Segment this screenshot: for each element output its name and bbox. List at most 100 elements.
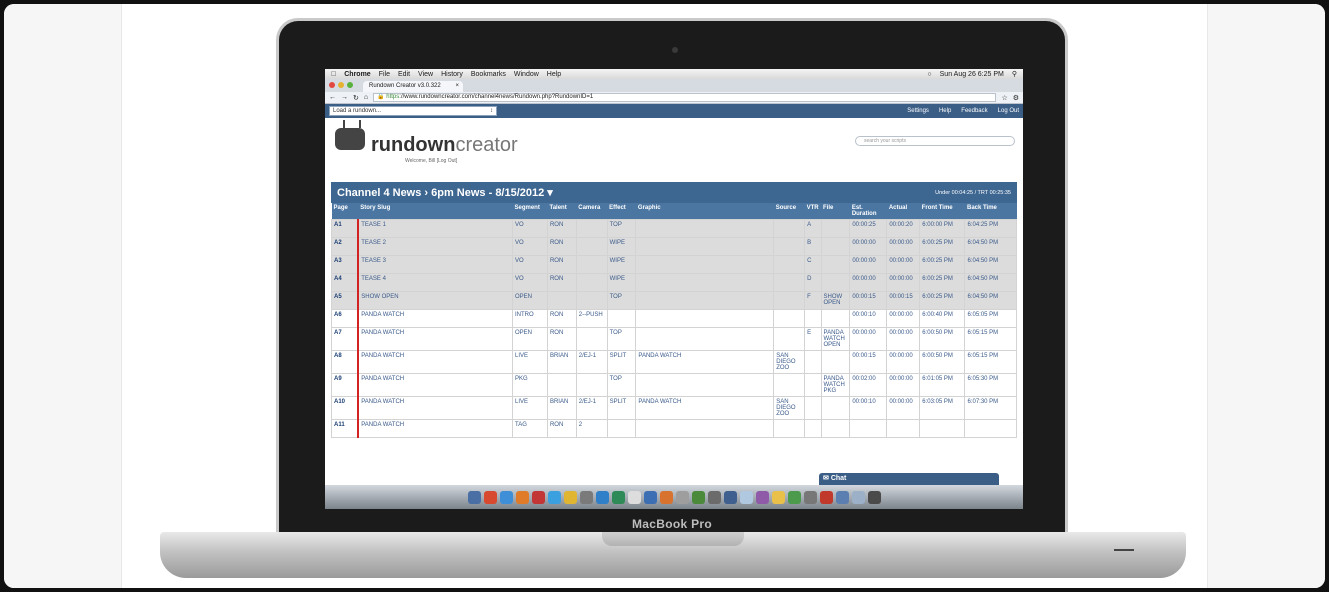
menu-item-file[interactable]: File: [379, 71, 390, 78]
table-cell[interactable]: TOP: [606, 373, 637, 397]
table-cell[interactable]: [886, 419, 921, 438]
table-cell[interactable]: WIPE: [606, 237, 637, 256]
table-cell[interactable]: PANDA WATCH: [635, 396, 775, 420]
table-cell[interactable]: A4: [331, 273, 360, 292]
dock-app-icon[interactable]: [867, 490, 881, 504]
column-header[interactable]: Story Slug: [358, 203, 513, 220]
help-link[interactable]: Help: [939, 108, 951, 114]
table-cell[interactable]: [635, 219, 775, 238]
table-cell[interactable]: A9: [331, 373, 360, 397]
table-cell[interactable]: [635, 273, 775, 292]
column-header[interactable]: Source: [773, 203, 805, 220]
table-cell[interactable]: 00:00:10: [849, 396, 888, 420]
column-header[interactable]: Back Time: [964, 203, 1017, 220]
table-cell[interactable]: A5: [331, 291, 360, 310]
dock-app-icon[interactable]: [835, 490, 849, 504]
table-cell[interactable]: [635, 419, 775, 438]
table-cell[interactable]: 00:00:00: [886, 255, 921, 274]
menu-item-window[interactable]: Window: [514, 71, 539, 78]
table-row[interactable]: A4 TEASE 4 VO RON WIPE D 00:00:00 00:00:00 6:00:…: [331, 273, 1017, 292]
table-cell[interactable]: TAG: [512, 419, 548, 438]
table-cell[interactable]: SAN DIEGO ZOO: [773, 396, 806, 420]
logout-link[interactable]: Log Out: [998, 108, 1019, 114]
table-cell[interactable]: [575, 327, 608, 351]
table-cell[interactable]: [635, 291, 775, 310]
column-header[interactable]: Front Time: [919, 203, 965, 220]
wrench-icon[interactable]: ⚙: [1013, 94, 1019, 102]
table-cell[interactable]: [575, 237, 608, 256]
table-cell[interactable]: 6:04:50 PM: [964, 255, 1017, 274]
table-cell[interactable]: [849, 419, 888, 438]
zoom-window-icon[interactable]: [347, 82, 353, 88]
table-cell[interactable]: 6:04:50 PM: [964, 273, 1017, 292]
settings-link[interactable]: Settings: [907, 108, 929, 114]
column-header[interactable]: Segment: [512, 203, 548, 220]
table-cell[interactable]: WIPE: [606, 273, 637, 292]
table-cell[interactable]: [919, 419, 966, 438]
table-cell[interactable]: A1: [331, 219, 360, 238]
address-bar[interactable]: 🔒 https://www.rundowncreator.com/channel…: [373, 93, 997, 102]
table-cell[interactable]: RON: [546, 255, 577, 274]
column-header[interactable]: File: [821, 203, 850, 220]
dock-app-icon[interactable]: [819, 490, 833, 504]
table-cell[interactable]: [773, 327, 806, 351]
table-cell[interactable]: 00:00:15: [849, 350, 888, 374]
table-cell[interactable]: A11: [331, 419, 360, 438]
table-cell[interactable]: 00:00:20: [886, 219, 921, 238]
table-cell[interactable]: [804, 396, 822, 420]
table-cell[interactable]: [820, 255, 851, 274]
table-cell[interactable]: 2: [575, 419, 608, 438]
table-cell[interactable]: [773, 373, 806, 397]
dock-app-icon[interactable]: [467, 490, 481, 504]
table-cell[interactable]: PANDA WATCH: [357, 373, 514, 397]
table-cell[interactable]: [820, 419, 851, 438]
small-logout-link[interactable]: [Log Out]: [437, 158, 458, 164]
dock-app-icon[interactable]: [515, 490, 529, 504]
table-cell[interactable]: 6:05:15 PM: [964, 350, 1017, 374]
dock-app-icon[interactable]: [483, 490, 497, 504]
back-icon[interactable]: ←: [329, 94, 336, 101]
table-cell[interactable]: SHOW OPEN: [357, 291, 514, 310]
table-cell[interactable]: [820, 273, 851, 292]
table-cell[interactable]: 6:00:25 PM: [919, 237, 966, 256]
table-cell[interactable]: [773, 237, 806, 256]
menu-item-edit[interactable]: Edit: [398, 71, 410, 78]
table-cell[interactable]: B: [804, 237, 822, 256]
dock-app-icon[interactable]: [691, 490, 705, 504]
table-cell[interactable]: [635, 327, 775, 351]
dock-app-icon[interactable]: [787, 490, 801, 504]
search-input[interactable]: search your scripts: [855, 136, 1015, 146]
table-cell[interactable]: 00:00:25: [849, 219, 888, 238]
dock-app-icon[interactable]: [755, 490, 769, 504]
table-cell[interactable]: PKG: [512, 373, 548, 397]
table-cell[interactable]: SHOW OPEN: [820, 291, 851, 310]
table-cell[interactable]: [773, 291, 806, 310]
table-cell[interactable]: 6:05:05 PM: [964, 309, 1017, 328]
table-cell[interactable]: [964, 419, 1017, 438]
table-cell[interactable]: A6: [331, 309, 360, 328]
table-cell[interactable]: 00:00:15: [886, 291, 921, 310]
table-row[interactable]: A11 PANDA WATCH TAG RON 2: [331, 419, 1017, 438]
table-cell[interactable]: [635, 255, 775, 274]
table-cell[interactable]: TOP: [606, 219, 637, 238]
table-cell[interactable]: BRIAN: [546, 350, 577, 374]
dock-app-icon[interactable]: [627, 490, 641, 504]
table-cell[interactable]: [635, 237, 775, 256]
table-row[interactable]: A10 PANDA WATCH LIVE BRIAN 2/EJ-1 SPLIT PANDA …: [331, 396, 1017, 420]
table-row[interactable]: A2 TEASE 2 VO RON WIPE B 00:00:00 00:00:00 6:00:…: [331, 237, 1017, 256]
reload-icon[interactable]: ↻: [353, 94, 359, 102]
table-cell[interactable]: [804, 309, 822, 328]
table-cell[interactable]: INTRO: [512, 309, 548, 328]
table-cell[interactable]: PANDA WATCH: [635, 350, 775, 374]
table-cell[interactable]: [575, 219, 608, 238]
table-cell[interactable]: SPLIT: [606, 396, 637, 420]
table-cell[interactable]: VO: [512, 255, 548, 274]
table-cell[interactable]: TEASE 2: [357, 237, 514, 256]
table-cell[interactable]: [546, 291, 577, 310]
table-row[interactable]: A5 SHOW OPEN OPEN TOP F SHOW OPEN 00:00:15 00:0…: [331, 291, 1017, 310]
table-cell[interactable]: [575, 291, 608, 310]
table-cell[interactable]: SAN DIEGO ZOO: [773, 350, 806, 374]
table-row[interactable]: A1 TEASE 1 VO RON TOP A 00:00:25 00:00:20 6:00:0…: [331, 219, 1017, 238]
table-cell[interactable]: RON: [546, 273, 577, 292]
spotlight-icon[interactable]: ⚲: [1012, 70, 1017, 78]
